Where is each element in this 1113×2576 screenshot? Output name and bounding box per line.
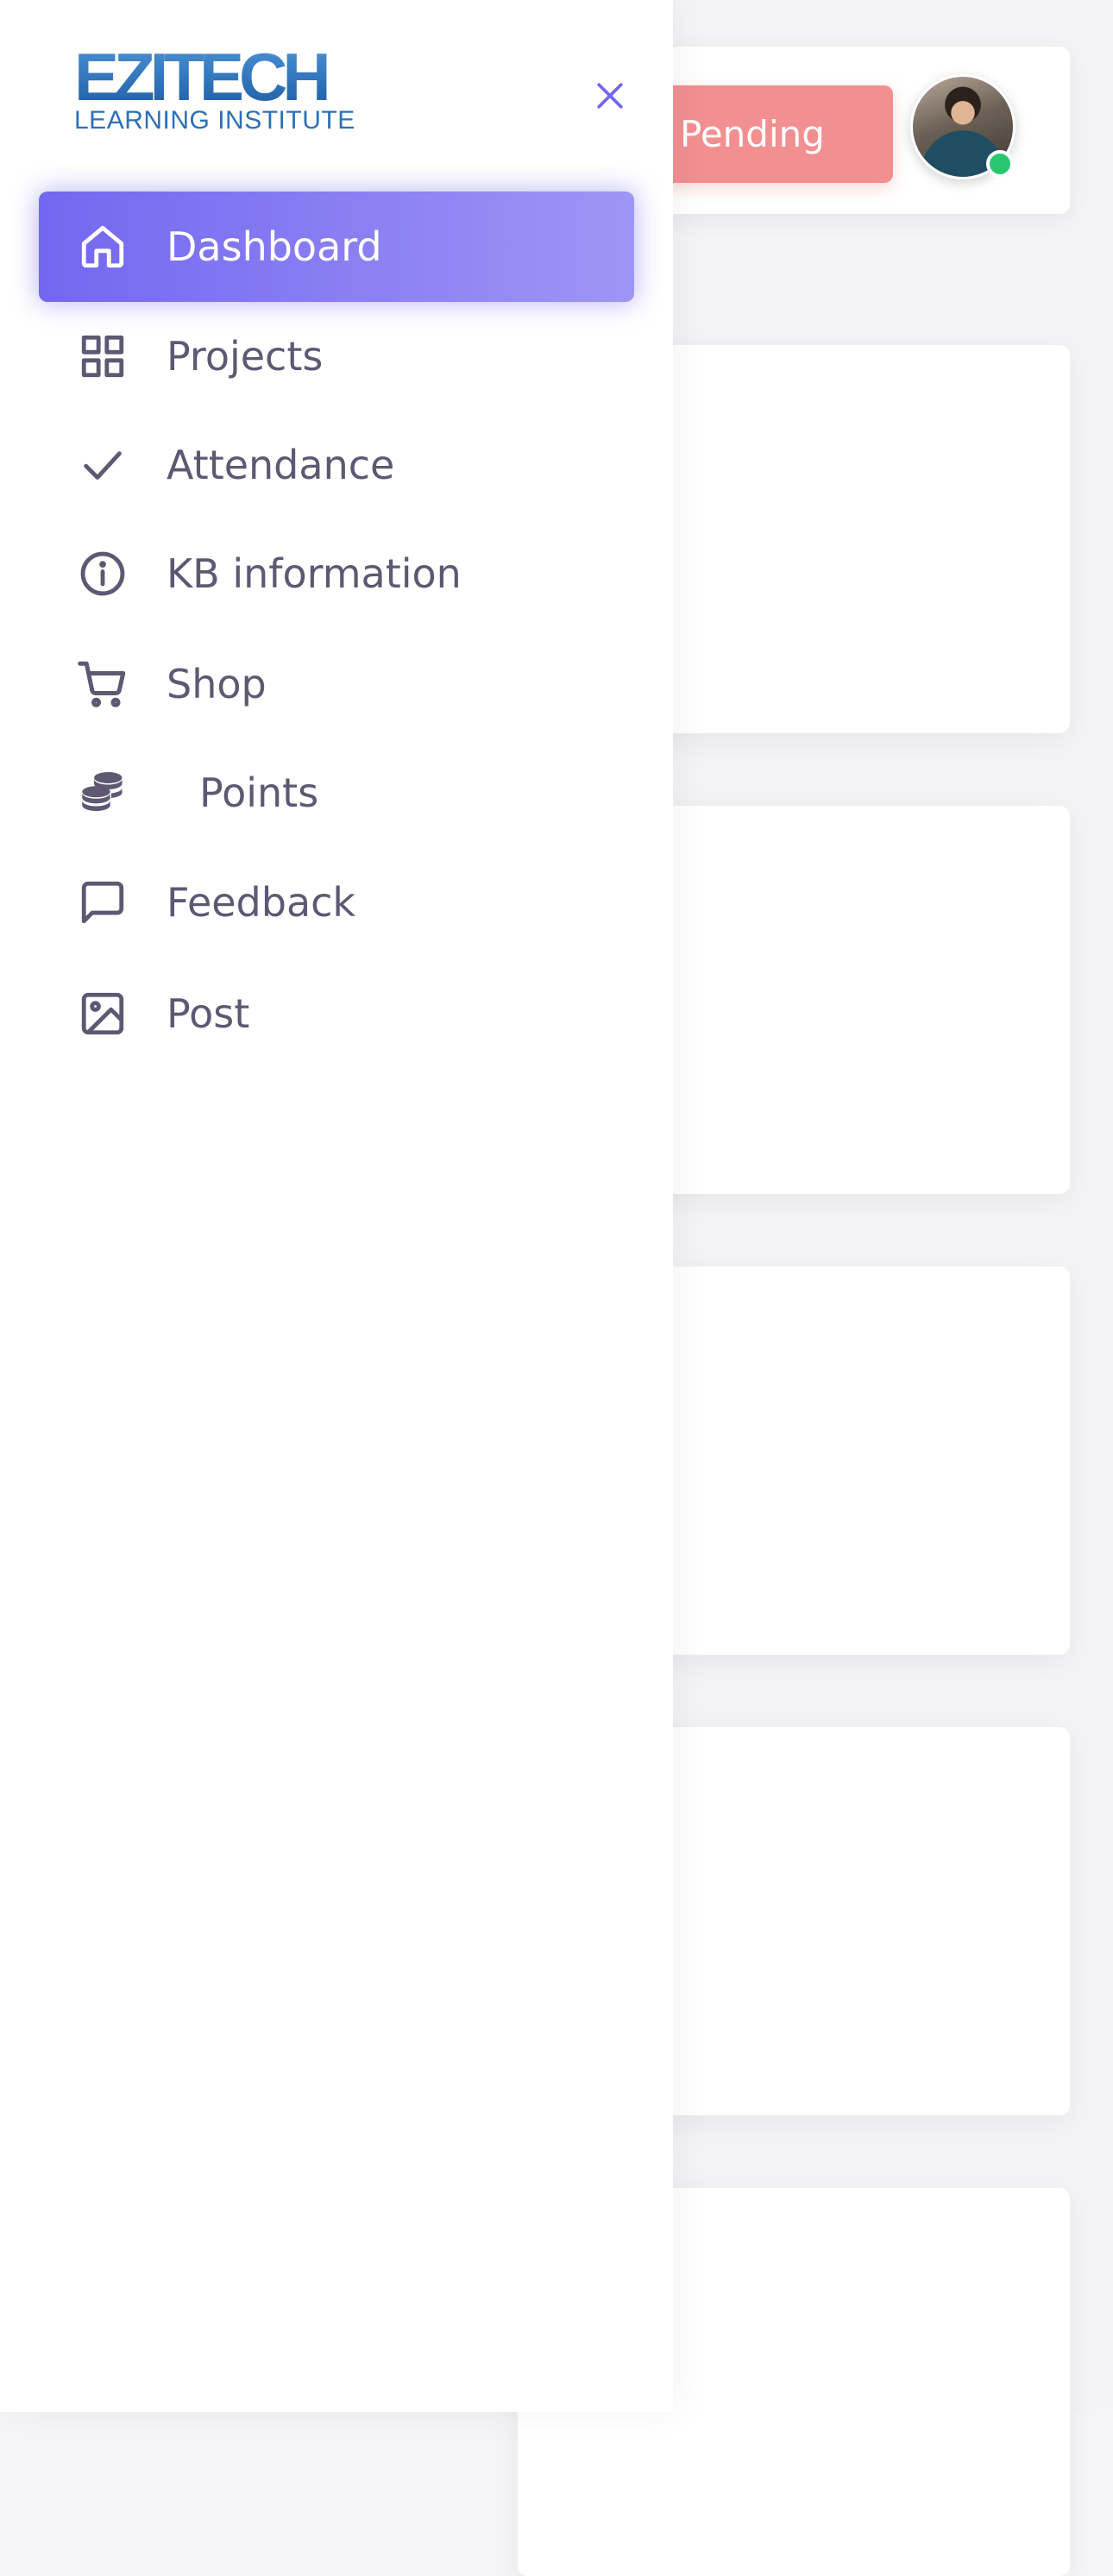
sidebar-item-attendance[interactable]: Attendance [39,410,634,520]
sidebar-item-label: KB information [167,550,462,597]
sidebar-item-points[interactable]: Points [39,738,634,848]
home-icon [77,221,129,273]
sidebar-item-label: Dashboard [167,223,382,270]
sidebar-item-dashboard[interactable]: Dashboard [39,192,634,302]
grid-icon [77,330,129,382]
brand-logo-main: EZITECH [74,43,368,110]
info-icon [77,548,129,600]
sidebar-item-label: Points [199,770,319,816]
sidebar-item-shop[interactable]: Shop [39,629,634,739]
coins-icon [77,767,129,819]
sidebar-item-label: Shop [167,661,267,707]
sidebar-item-label: Attendance [167,442,395,488]
sidebar-item-label: Post [167,990,250,1037]
sidebar-item-post[interactable]: Post [39,958,634,1069]
image-icon [77,988,129,1040]
brand-logo-subtitle: LEARNING INSTITUTE [74,106,355,135]
sidebar-item-label: Projects [167,333,324,380]
navigation-drawer: EZITECH LEARNING INSTITUTE Dashboard Pro… [0,0,673,2412]
close-drawer-button[interactable] [587,72,633,119]
online-status-indicator [986,150,1014,178]
message-icon [77,876,129,928]
brand-logo[interactable]: EZITECH LEARNING INSTITUTE [74,43,368,135]
sidebar-item-kb-information[interactable]: KB information [39,518,634,629]
sidebar-item-feedback[interactable]: Feedback [39,847,634,958]
close-icon [597,83,623,109]
sidebar-item-projects[interactable]: Projects [39,301,634,412]
check-icon [77,439,129,491]
sidebar-item-label: Feedback [167,879,356,926]
status-badge[interactable]: Pending [638,85,893,183]
cart-icon [77,658,129,710]
